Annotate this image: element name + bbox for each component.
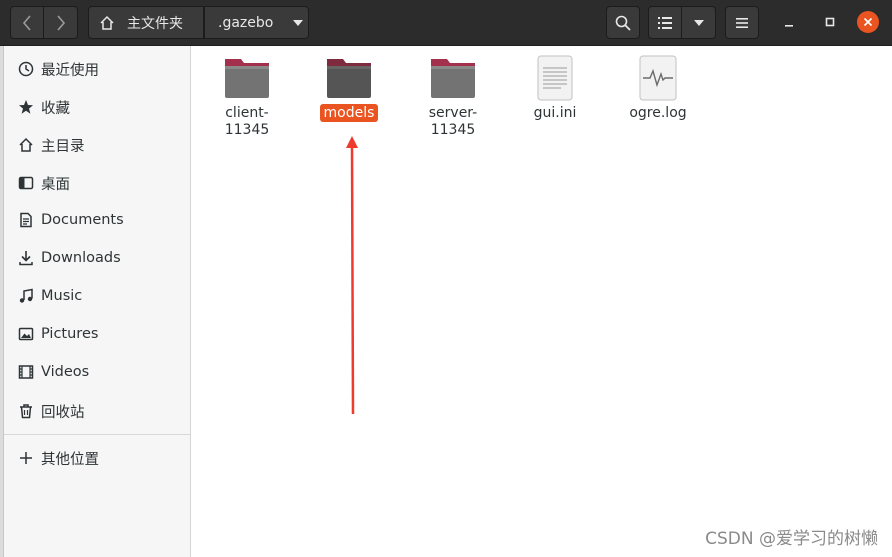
clock-icon — [17, 60, 35, 78]
menu-button[interactable] — [725, 6, 759, 39]
maximize-button[interactable] — [819, 11, 841, 33]
path-home-button[interactable]: 主文件夹 — [88, 6, 204, 39]
back-button[interactable] — [10, 6, 44, 39]
forward-button[interactable] — [44, 6, 78, 39]
search-button[interactable] — [606, 6, 640, 39]
sidebar: 最近使用 收藏 主目录 桌面 Documents Downloads Music… — [4, 46, 191, 557]
path-current-button[interactable]: .gazebo — [204, 6, 309, 39]
sidebar-item-label: Downloads — [41, 250, 121, 266]
close-button[interactable] — [857, 11, 879, 33]
file-name: models — [319, 104, 379, 122]
header-bar: 主文件夹 .gazebo — [0, 0, 892, 46]
minimize-icon — [785, 25, 793, 27]
sidebar-item-trash[interactable]: 回收站 — [4, 393, 190, 429]
sidebar-item-other-locations[interactable]: 其他位置 — [4, 440, 190, 476]
sidebar-item-downloads[interactable]: Downloads — [4, 240, 190, 276]
file-item-server[interactable]: server- 11345 — [408, 54, 498, 139]
sidebar-item-label: 桌面 — [41, 176, 70, 193]
file-item-gui-ini[interactable]: gui.ini — [510, 54, 600, 122]
sidebar-item-label: Music — [41, 288, 83, 304]
sidebar-item-label: Documents — [41, 212, 124, 228]
file-item-models[interactable]: models — [304, 54, 394, 122]
caret-down-icon — [693, 19, 704, 26]
view-options-button[interactable] — [682, 6, 716, 39]
sidebar-item-label: Videos — [41, 364, 90, 380]
maximize-icon — [825, 17, 835, 27]
text-file-icon — [537, 55, 573, 101]
sidebar-item-music[interactable]: Music — [4, 278, 190, 314]
download-icon — [17, 249, 35, 267]
chevron-left-icon — [22, 14, 31, 31]
hamburger-icon — [736, 17, 748, 28]
sidebar-item-home[interactable]: 主目录 — [4, 127, 190, 163]
folder-icon — [225, 59, 269, 98]
watermark: CSDN @爱学习的树懒 — [705, 529, 878, 549]
path-current-label: .gazebo — [218, 14, 274, 31]
file-label: ogre.log — [616, 105, 700, 122]
sidebar-item-label: Pictures — [41, 326, 99, 342]
file-name: gui.ini — [533, 105, 577, 121]
sidebar-item-desktop[interactable]: 桌面 — [4, 165, 190, 201]
file-label: models — [307, 104, 391, 122]
plus-icon — [17, 449, 35, 467]
list-view-icon — [658, 16, 672, 29]
star-icon — [17, 98, 35, 116]
sidebar-separator — [4, 434, 190, 435]
log-file-icon — [639, 55, 677, 101]
sidebar-item-label: 其他位置 — [41, 451, 99, 468]
minimize-button[interactable] — [778, 11, 800, 33]
annotation-arrow — [346, 136, 358, 414]
file-label: client- 11345 — [205, 105, 289, 139]
caret-down-icon — [293, 19, 304, 26]
file-name: server- 11345 — [428, 105, 478, 138]
sidebar-item-pictures[interactable]: Pictures — [4, 316, 190, 352]
sidebar-item-label: 收藏 — [41, 100, 70, 117]
sidebar-item-videos[interactable]: Videos — [4, 354, 190, 390]
file-view: client- 11345 models server- 11345 gui.i… — [192, 46, 892, 557]
sidebar-item-label: 最近使用 — [41, 62, 99, 79]
list-view-button[interactable] — [648, 6, 682, 39]
file-label: gui.ini — [513, 105, 597, 122]
path-home-label: 主文件夹 — [127, 15, 183, 32]
sidebar-item-starred[interactable]: 收藏 — [4, 89, 190, 125]
picture-icon — [17, 325, 35, 343]
sidebar-item-documents[interactable]: Documents — [4, 202, 190, 238]
home-icon — [100, 15, 114, 30]
music-icon — [17, 287, 35, 305]
chevron-right-icon — [56, 14, 65, 31]
sidebar-item-label: 回收站 — [41, 404, 85, 421]
document-icon — [17, 211, 35, 229]
home-icon — [17, 136, 35, 154]
sidebar-item-recent[interactable]: 最近使用 — [4, 51, 190, 87]
desktop-icon — [17, 174, 35, 192]
file-label: server- 11345 — [411, 105, 495, 139]
trash-icon — [17, 402, 35, 420]
sidebar-item-label: 主目录 — [41, 138, 85, 155]
close-icon — [863, 17, 873, 27]
search-icon — [615, 15, 631, 31]
file-item-client[interactable]: client- 11345 — [202, 54, 292, 139]
folder-icon — [327, 59, 371, 98]
file-item-ogre-log[interactable]: ogre.log — [613, 54, 703, 122]
folder-icon — [431, 59, 475, 98]
file-name: client- 11345 — [224, 105, 270, 138]
file-name: ogre.log — [629, 105, 687, 121]
video-icon — [17, 363, 35, 381]
